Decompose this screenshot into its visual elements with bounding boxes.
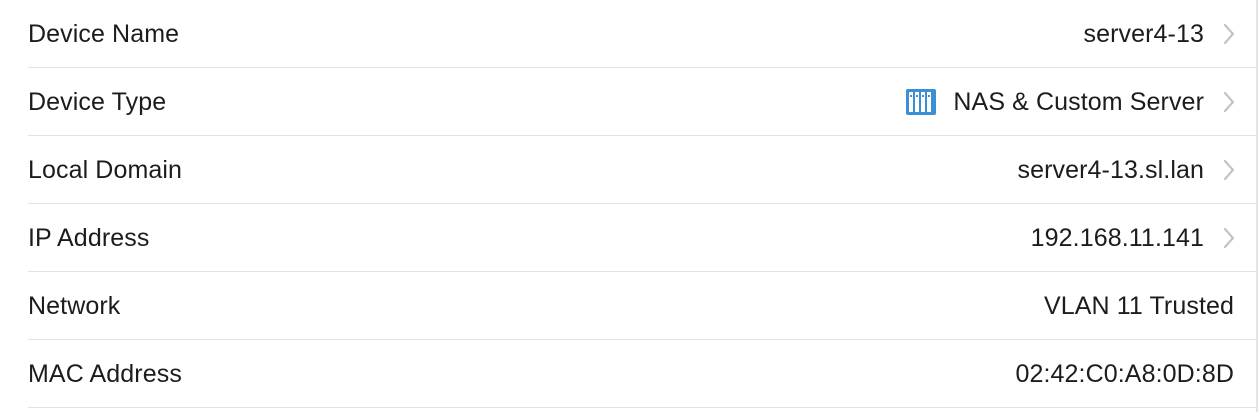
row-divider [28,407,1256,408]
nas-server-icon [905,88,937,116]
mac-address-value: 02:42:C0:A8:0D:8D [1015,359,1234,388]
chevron-right-icon [1222,23,1236,45]
network-value-group: VLAN 11 Trusted [1044,272,1236,340]
device-name-label: Device Name [28,19,180,48]
device-name-value-group: server4-13 [1084,0,1237,68]
ip-address-value-group: 192.168.11.141 [1031,204,1236,272]
chevron-right-icon [1222,227,1236,249]
network-value: VLAN 11 Trusted [1043,291,1234,320]
mac-address-value-group: 02:42:C0:A8:0D:8D [1016,340,1237,408]
mac-address-label: MAC Address [28,359,182,388]
local-domain-value-group: server4-13.sl.lan [1017,136,1236,204]
device-type-row[interactable]: Device Type NAS & Custom Server [0,68,1256,136]
device-type-value: NAS & Custom Server [953,87,1204,116]
device-type-label: Device Type [28,87,167,116]
device-details-panel: Device Name server4-13 Device Type NAS &… [0,0,1258,412]
mac-address-row: MAC Address 02:42:C0:A8:0D:8D [0,340,1256,408]
ip-address-value: 192.168.11.141 [1030,223,1204,252]
network-row: Network VLAN 11 Trusted [0,272,1256,340]
ip-address-row[interactable]: IP Address 192.168.11.141 [0,204,1256,272]
device-type-value-group: NAS & Custom Server [905,68,1236,136]
ip-address-label: IP Address [28,223,150,252]
local-domain-row[interactable]: Local Domain server4-13.sl.lan [0,136,1256,204]
device-name-value: server4-13 [1083,19,1204,48]
device-name-row[interactable]: Device Name server4-13 [0,0,1256,68]
local-domain-value: server4-13.sl.lan [1017,155,1204,184]
local-domain-label: Local Domain [28,155,183,184]
network-label: Network [28,291,121,320]
chevron-right-icon [1222,159,1236,181]
chevron-right-icon [1222,91,1236,113]
